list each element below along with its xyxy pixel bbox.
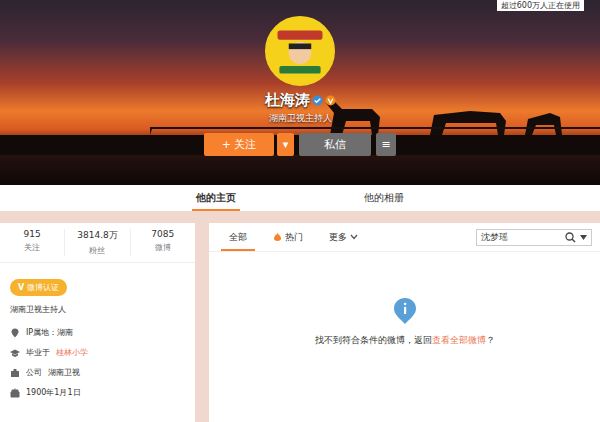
- location-icon: [10, 328, 20, 338]
- verification-text: 湖南卫视主持人: [10, 304, 185, 315]
- verification-section: V微博认证湖南卫视主持人: [0, 263, 195, 319]
- feed-tab[interactable]: 更多: [321, 224, 366, 251]
- profile-tab[interactable]: 他的相册: [360, 185, 408, 211]
- follow-button[interactable]: + 关注: [204, 133, 274, 156]
- info-item: 毕业于桂林小学: [10, 347, 185, 358]
- feed-panel: 全部热门更多 沈梦瑶找不到符合条件的微博，返回查看全部微博？: [209, 223, 600, 422]
- dropdown-button[interactable]: ▾: [277, 133, 294, 156]
- avatar-cartoon-icon: [270, 21, 330, 81]
- stat-item[interactable]: 915关注: [0, 229, 65, 256]
- user-name: 杜海涛: [265, 91, 310, 110]
- info-item: IP属地：湖南: [10, 327, 185, 338]
- feed-tab[interactable]: 全部: [221, 224, 255, 251]
- feed-tab[interactable]: 热门: [265, 224, 311, 251]
- user-title: 湖南卫视主持人: [269, 112, 332, 125]
- menu-button[interactable]: ≡: [376, 133, 396, 156]
- v-icon: V: [18, 283, 24, 292]
- search-icon[interactable]: [565, 232, 576, 243]
- school-icon: [10, 348, 20, 358]
- search-field[interactable]: 沈梦瑶: [476, 229, 592, 246]
- vip-icon: [325, 95, 336, 106]
- birthday-icon: [10, 388, 20, 398]
- feed-toolbar: 全部热门更多 沈梦瑶: [209, 223, 600, 252]
- stat-item[interactable]: 3814.8万粉丝: [65, 229, 130, 256]
- name-row: 杜海涛: [265, 91, 336, 110]
- message-button[interactable]: 私信: [299, 133, 371, 156]
- stats-row: 915关注3814.8万粉丝7085微博: [0, 223, 195, 263]
- fire-icon: [273, 232, 282, 242]
- profile-tabs: 他的主页 他的相册: [0, 185, 600, 211]
- action-bar: + 关注▾私信≡: [204, 133, 396, 156]
- search-input[interactable]: 沈梦瑶: [481, 231, 561, 244]
- view-all-link[interactable]: 查看全部微博: [432, 335, 486, 345]
- empty-state: 找不到符合条件的微博，返回查看全部微博？: [209, 252, 600, 347]
- info-link[interactable]: 桂林小学: [56, 347, 88, 358]
- info-item: 公司湖南卫视: [10, 367, 185, 378]
- top-notice: 超过600万人正在使用: [497, 0, 584, 11]
- company-icon: [10, 368, 20, 378]
- verification-badge[interactable]: V微博认证: [10, 279, 67, 296]
- info-link: 湖南卫视: [48, 367, 80, 378]
- info-icon: [394, 298, 416, 324]
- profile-tab[interactable]: 他的主页: [192, 185, 240, 211]
- profile-page: 超过600万人正在使用杜海涛湖南卫视主持人 + 关注▾私信≡ 他的主页 他的相册 915…: [0, 0, 600, 422]
- search-dropdown-icon[interactable]: [580, 235, 587, 240]
- profile-banner: 杜海涛湖南卫视主持人 + 关注▾私信≡: [0, 0, 600, 185]
- content-area: 915关注3814.8万粉丝7085微博V微博认证湖南卫视主持人IP属地：湖南毕…: [0, 211, 600, 422]
- stat-item[interactable]: 7085微博: [131, 229, 195, 256]
- chevron-down-icon: [350, 234, 358, 240]
- empty-message: 找不到符合条件的微博，返回查看全部微博？: [315, 334, 495, 347]
- avatar[interactable]: [265, 16, 335, 86]
- info-item: 1900年1月1日: [10, 387, 185, 398]
- left-sidebar: 915关注3814.8万粉丝7085微博V微博认证湖南卫视主持人IP属地：湖南毕…: [0, 223, 195, 422]
- info-list: IP属地：湖南毕业于桂林小学公司湖南卫视 1900年1月1日: [0, 319, 195, 406]
- verified-icon: [312, 95, 323, 106]
